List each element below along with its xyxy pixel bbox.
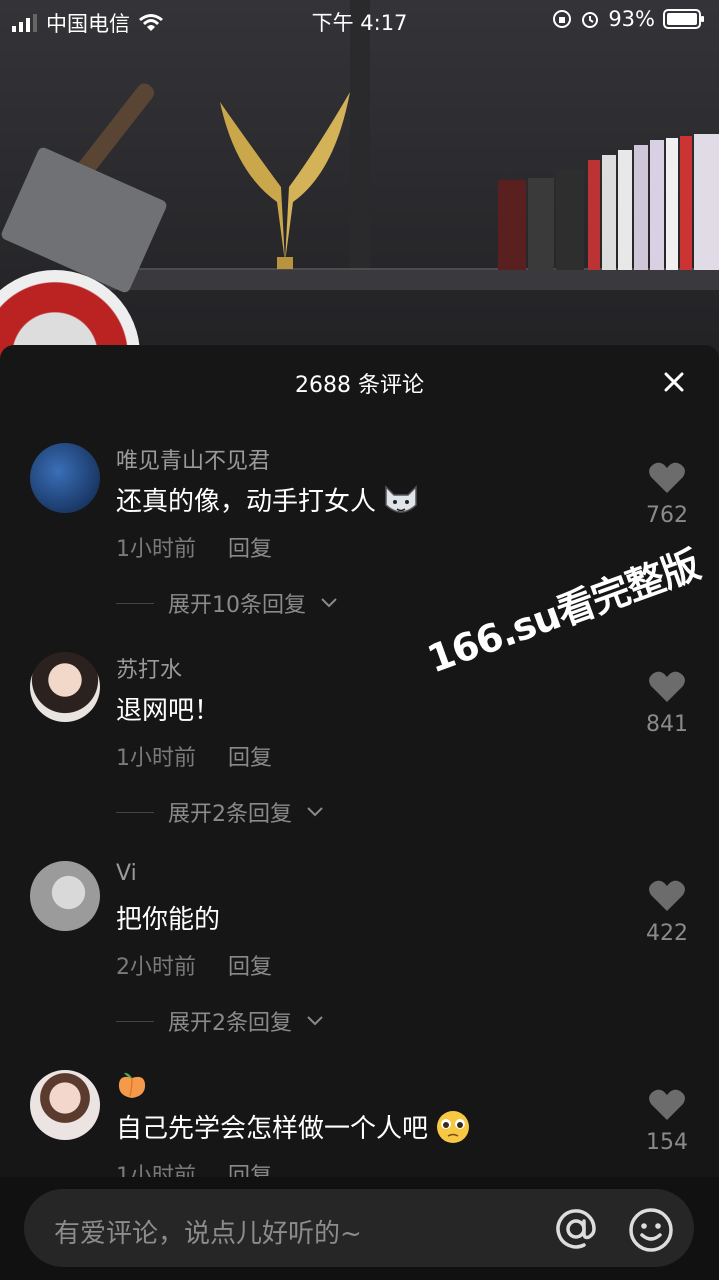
comment-input-placeholder: 有爱评论，说点儿好听的~ bbox=[54, 1219, 362, 1249]
comment-meta: 2小时前 回复 bbox=[116, 949, 272, 981]
reply-button[interactable]: 回复 bbox=[228, 949, 272, 981]
comment-text: 还真的像，动手打女人 bbox=[116, 481, 420, 518]
comment-username[interactable] bbox=[116, 1070, 148, 1106]
comment-username[interactable]: 唯见青山不见君 bbox=[116, 443, 270, 475]
comment-meta: 1小时前 回复 bbox=[116, 1158, 272, 1177]
battery-percent: 93% bbox=[608, 7, 655, 31]
like-count: 422 bbox=[646, 921, 688, 946]
chevron-down-icon bbox=[307, 807, 323, 817]
avatar[interactable] bbox=[30, 861, 100, 931]
status-bar: 中国电信 下午 4:17 93% bbox=[0, 0, 719, 40]
orientation-lock-icon bbox=[553, 10, 572, 28]
chevron-down-icon bbox=[307, 1016, 323, 1026]
comment-text: 退网吧！ bbox=[116, 696, 221, 726]
heart-icon bbox=[649, 671, 685, 702]
comment-input[interactable]: 有爱评论，说点儿好听的~ bbox=[24, 1189, 694, 1267]
like-count: 154 bbox=[646, 1130, 688, 1155]
peach-icon bbox=[118, 1072, 146, 1098]
avatar[interactable] bbox=[30, 652, 100, 722]
golden-wings-trophy bbox=[220, 92, 350, 269]
cat-face-icon bbox=[385, 484, 417, 513]
pleading-face-icon bbox=[437, 1110, 470, 1143]
comment-item: Vi 把你能的 2小时前 回复 展开2条回复 422 bbox=[0, 861, 719, 1071]
comment-time: 2小时前 bbox=[116, 955, 196, 980]
heart-icon bbox=[649, 1089, 685, 1120]
comment-input-bar: 有爱评论，说点儿好听的~ bbox=[0, 1177, 719, 1280]
expand-replies-button[interactable]: 展开2条回复 bbox=[116, 796, 324, 828]
close-icon[interactable] bbox=[659, 367, 689, 397]
like-count: 762 bbox=[646, 503, 688, 528]
heart-icon bbox=[649, 462, 685, 493]
comment-item: 自己先学会怎样做一个人吧 1小时前 回复 154 bbox=[0, 1070, 719, 1177]
video-background bbox=[0, 0, 719, 360]
avatar[interactable] bbox=[30, 443, 100, 513]
expand-replies-button[interactable]: 展开10条回复 bbox=[116, 587, 338, 619]
heart-icon bbox=[649, 880, 685, 911]
like-button[interactable]: 154 bbox=[637, 1088, 697, 1155]
comment-item: 苏打水 退网吧！ 1小时前 回复 展开2条回复 841 bbox=[0, 652, 719, 862]
comment-username[interactable]: 苏打水 bbox=[116, 652, 182, 684]
comment-item: 唯见青山不见君 还真的像，动手打女人 1小时前 回复 展开10条回复 762 bbox=[0, 443, 719, 653]
comment-username[interactable]: Vi bbox=[116, 861, 137, 886]
reply-button[interactable]: 回复 bbox=[228, 531, 272, 563]
comment-time: 1小时前 bbox=[116, 1164, 196, 1177]
like-count: 841 bbox=[646, 712, 688, 737]
like-button[interactable]: 762 bbox=[637, 461, 697, 528]
like-button[interactable]: 841 bbox=[637, 670, 697, 737]
expand-replies-button[interactable]: 展开2条回复 bbox=[116, 1005, 324, 1037]
comment-text: 把你能的 bbox=[116, 905, 221, 935]
expand-replies-label: 展开2条回复 bbox=[168, 802, 292, 827]
comment-time: 1小时前 bbox=[116, 746, 196, 771]
like-button[interactable]: 422 bbox=[637, 879, 697, 946]
books bbox=[498, 134, 719, 270]
comment-time: 1小时前 bbox=[116, 537, 196, 562]
mention-icon[interactable] bbox=[554, 1207, 598, 1251]
comment-meta: 1小时前 回复 bbox=[116, 740, 272, 772]
expand-replies-label: 展开10条回复 bbox=[168, 593, 306, 618]
expand-replies-label: 展开2条回复 bbox=[168, 1011, 292, 1036]
alarm-icon bbox=[582, 12, 599, 28]
reply-button[interactable]: 回复 bbox=[228, 740, 272, 772]
comment-meta: 1小时前 回复 bbox=[116, 531, 272, 563]
comment-count-title: 2688 条评论 bbox=[295, 373, 424, 398]
chevron-down-icon bbox=[321, 598, 337, 608]
comment-text: 自己先学会怎样做一个人吧 bbox=[116, 1108, 472, 1145]
reply-button[interactable]: 回复 bbox=[228, 1158, 272, 1177]
avatar[interactable] bbox=[30, 1070, 100, 1140]
battery-icon bbox=[663, 9, 704, 29]
emoji-icon[interactable] bbox=[628, 1207, 674, 1253]
